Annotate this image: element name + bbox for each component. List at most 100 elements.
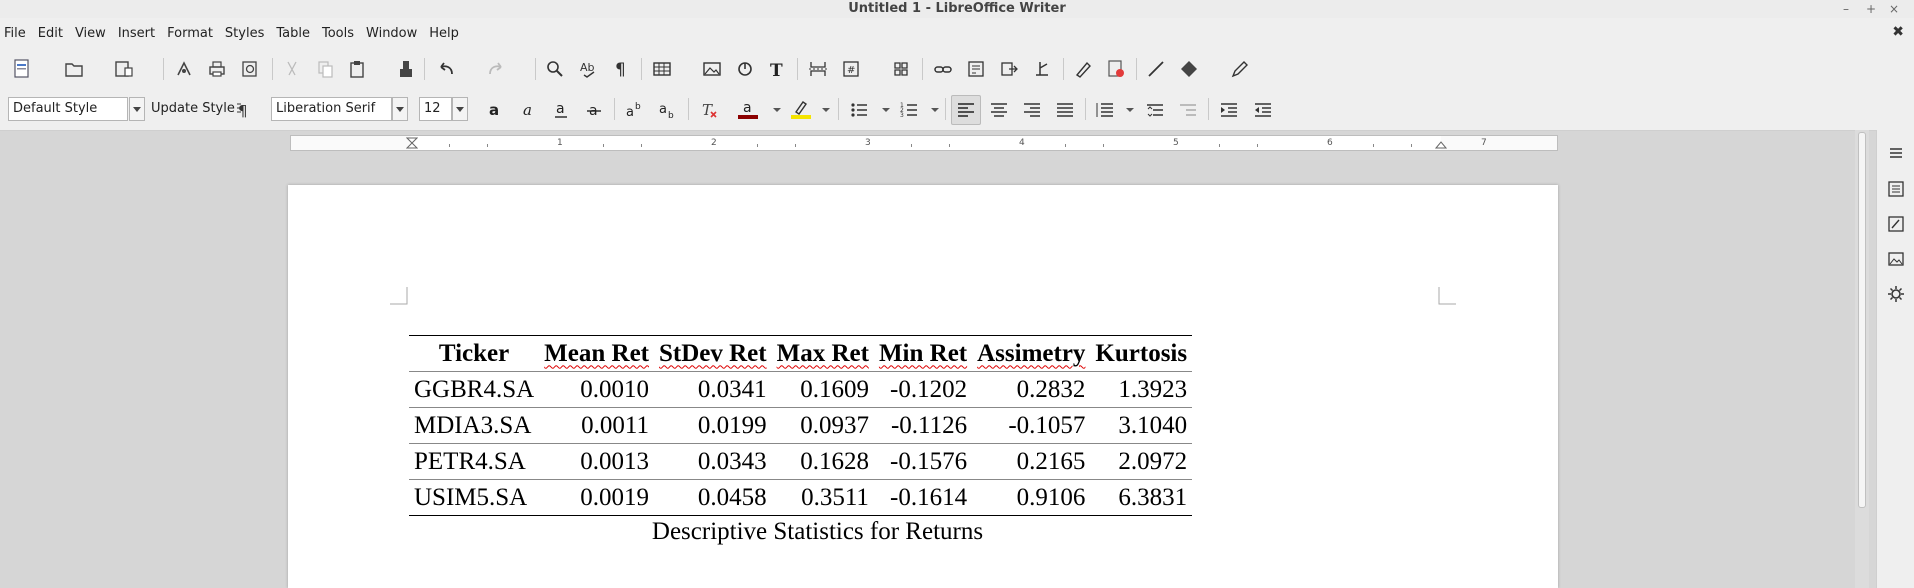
- menu-tools[interactable]: Tools: [316, 18, 360, 50]
- right-indent-marker-icon[interactable]: [1435, 137, 1447, 149]
- insert-table-icon[interactable]: [650, 56, 674, 82]
- paragraph-style-combo[interactable]: Default Style: [8, 97, 128, 121]
- undo-icon[interactable]: [434, 56, 458, 82]
- align-left-icon[interactable]: [951, 95, 981, 125]
- cut-icon[interactable]: [280, 56, 304, 82]
- new-style-icon[interactable]: ¶: [233, 97, 257, 123]
- italic-icon[interactable]: a: [515, 97, 541, 123]
- ordered-list-dropdown-icon[interactable]: [931, 108, 939, 112]
- open-folder-icon[interactable]: [62, 56, 86, 82]
- close-document-button[interactable]: ✖: [1892, 18, 1904, 46]
- table-cell[interactable]: -0.1202: [873, 371, 973, 408]
- insert-comment-icon[interactable]: [1104, 56, 1128, 82]
- line-spacing-icon[interactable]: [1092, 97, 1118, 123]
- menu-insert[interactable]: Insert: [112, 18, 161, 50]
- table-cell[interactable]: -0.1614: [873, 479, 973, 516]
- insert-image-icon[interactable]: [700, 56, 724, 82]
- header-mean-ret[interactable]: Mean Ret: [539, 335, 654, 372]
- table-cell[interactable]: -0.1057: [972, 407, 1091, 444]
- table-cell[interactable]: -0.1576: [873, 443, 973, 480]
- unordered-list-icon[interactable]: [846, 97, 872, 123]
- paragraph-style-dropdown-button[interactable]: [129, 97, 145, 121]
- header-max-ret[interactable]: Max Ret: [771, 335, 874, 372]
- insert-field-icon[interactable]: #: [839, 56, 863, 82]
- hyperlink-icon[interactable]: [931, 56, 955, 82]
- highlight-color-icon[interactable]: [788, 97, 814, 123]
- font-size-combo[interactable]: 12: [419, 97, 452, 121]
- menu-view[interactable]: View: [69, 18, 112, 50]
- table-cell[interactable]: GGBR4.SA: [409, 371, 540, 408]
- font-name-dropdown-button[interactable]: [392, 97, 408, 121]
- justify-icon[interactable]: [1052, 97, 1078, 123]
- table-cell[interactable]: 0.3511: [771, 479, 874, 516]
- font-name-combo[interactable]: Liberation Serif: [271, 97, 392, 121]
- font-color-dropdown-icon[interactable]: [773, 108, 781, 112]
- clone-formatting-icon[interactable]: [394, 56, 418, 82]
- highlight-dropdown-icon[interactable]: [822, 108, 830, 112]
- find-replace-icon[interactable]: [543, 56, 567, 82]
- table-cell[interactable]: 0.0937: [771, 407, 874, 444]
- scrollbar-thumb[interactable]: [1858, 132, 1866, 508]
- table-cell[interactable]: 2.0972: [1090, 443, 1193, 480]
- styles-icon[interactable]: [1883, 211, 1909, 237]
- table-cell[interactable]: 0.0011: [539, 407, 654, 444]
- draw-functions-icon[interactable]: [1228, 56, 1252, 82]
- menu-table[interactable]: Table: [270, 18, 316, 50]
- unordered-list-dropdown-icon[interactable]: [882, 108, 890, 112]
- redo-icon[interactable]: [484, 56, 508, 82]
- subscript-icon[interactable]: ab: [655, 97, 681, 123]
- properties-icon[interactable]: [1883, 176, 1909, 202]
- footnote-icon[interactable]: [964, 56, 988, 82]
- formatting-marks-icon[interactable]: ¶: [609, 56, 633, 82]
- copy-icon[interactable]: [313, 56, 337, 82]
- table-cell[interactable]: 3.1040: [1090, 407, 1193, 444]
- basic-shapes-icon[interactable]: [1177, 56, 1201, 82]
- increase-indent-icon[interactable]: [1216, 97, 1242, 123]
- print-preview-icon[interactable]: [238, 56, 262, 82]
- maximize-button[interactable]: +: [1866, 0, 1876, 18]
- table-caption[interactable]: Descriptive Statistics for Returns: [409, 518, 1226, 546]
- track-changes-icon[interactable]: [1071, 56, 1095, 82]
- table-cell[interactable]: PETR4.SA: [409, 443, 540, 480]
- table-cell[interactable]: 0.0010: [539, 371, 654, 408]
- decrease-paragraph-spacing-icon[interactable]: [1175, 97, 1201, 123]
- align-center-icon[interactable]: [986, 97, 1012, 123]
- table-cell[interactable]: 0.0343: [654, 443, 772, 480]
- spelling-icon[interactable]: Ab: [576, 56, 600, 82]
- decrease-indent-icon[interactable]: [1250, 97, 1276, 123]
- minimize-button[interactable]: –: [1843, 0, 1849, 18]
- font-color-icon[interactable]: a: [735, 97, 761, 123]
- header-stdev-ret[interactable]: StDev Ret: [654, 335, 772, 372]
- header-ticker[interactable]: Ticker: [409, 335, 540, 372]
- menu-help[interactable]: Help: [423, 18, 465, 50]
- table-cell[interactable]: 0.0013: [539, 443, 654, 480]
- document-page[interactable]: Ticker Mean Ret StDev Ret Max Ret Min Re…: [288, 185, 1558, 588]
- ordered-list-icon[interactable]: 123: [896, 97, 922, 123]
- navigator-gear-icon[interactable]: [1883, 281, 1909, 307]
- insert-line-icon[interactable]: [1144, 56, 1168, 82]
- update-style-button[interactable]: Update Style: [151, 97, 235, 121]
- superscript-icon[interactable]: ab: [622, 97, 648, 123]
- table-cell[interactable]: 0.2165: [972, 443, 1091, 480]
- menu-edit[interactable]: Edit: [32, 18, 69, 50]
- new-document-icon[interactable]: [10, 56, 34, 82]
- bold-icon[interactable]: a: [482, 97, 508, 123]
- gallery-icon[interactable]: [1883, 246, 1909, 272]
- table-cell[interactable]: 6.3831: [1090, 479, 1193, 516]
- table-cell[interactable]: 0.1609: [771, 371, 874, 408]
- horizontal-ruler[interactable]: 1 2 3 4 5 6 7: [290, 135, 1558, 151]
- insert-textbox-icon[interactable]: T: [765, 56, 789, 82]
- table-cell[interactable]: 0.0341: [654, 371, 772, 408]
- header-kurtosis[interactable]: Kurtosis: [1090, 335, 1193, 372]
- cross-reference-icon[interactable]: [997, 56, 1021, 82]
- clear-formatting-icon[interactable]: T: [696, 97, 722, 123]
- export-pdf-icon[interactable]: [172, 56, 196, 82]
- underline-icon[interactable]: a: [548, 97, 574, 123]
- special-character-icon[interactable]: [889, 56, 913, 82]
- insert-chart-icon[interactable]: [733, 56, 757, 82]
- strikethrough-icon[interactable]: a: [581, 97, 607, 123]
- line-spacing-dropdown-icon[interactable]: [1126, 108, 1134, 112]
- table-cell[interactable]: MDIA3.SA: [409, 407, 540, 444]
- table-cell[interactable]: -0.1126: [873, 407, 973, 444]
- table-cell[interactable]: 1.3923: [1090, 371, 1193, 408]
